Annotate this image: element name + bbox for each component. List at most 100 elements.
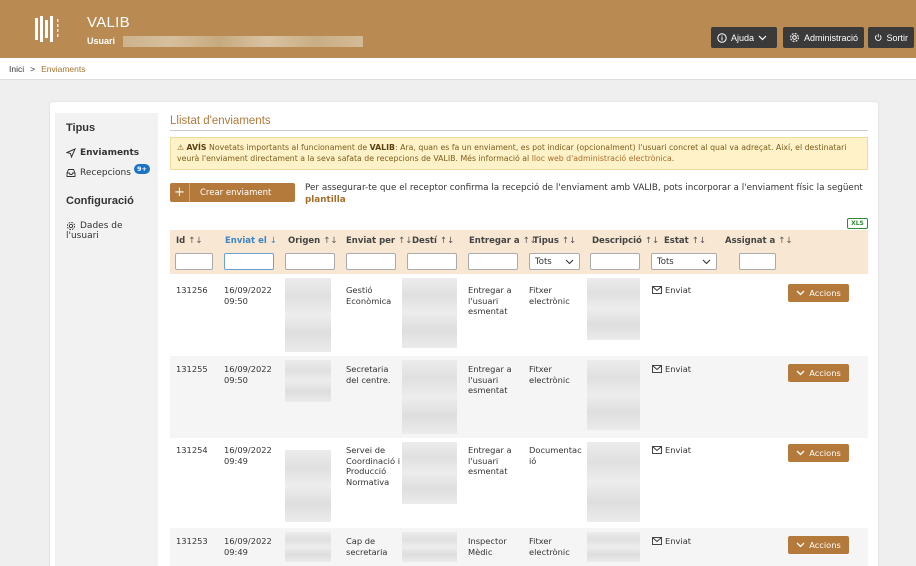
cell-id: 131256 <box>176 285 208 295</box>
column-header-estat[interactable]: Estat ↑↓ <box>664 236 706 246</box>
filter-enviat-per-input[interactable] <box>346 253 396 270</box>
accions-button[interactable]: Accions <box>788 444 849 462</box>
cell-desti-redacted <box>402 278 457 348</box>
cell-tipus: Fitxer electrònic <box>529 364 570 385</box>
create-enviament-button[interactable]: + Crear enviament <box>170 183 295 202</box>
cell-date: 16/09/2022 09:49 <box>224 445 272 466</box>
envelope-icon <box>652 537 662 546</box>
sidebar-item-dades-usuari[interactable]: Dades de l'usuari <box>66 221 123 241</box>
filter-assignat-a-input[interactable] <box>739 253 776 270</box>
sort-icon: ↑↓ <box>323 236 338 246</box>
column-header-tipus[interactable]: Tipus ↑↓ <box>533 236 576 246</box>
filter-tipus-value: Tots <box>535 256 552 267</box>
title-divider <box>170 130 868 131</box>
info-icon <box>717 32 727 43</box>
sort-icon: ↑↓ <box>561 236 577 246</box>
confirm-text: Per assegurar-te que el receptor confirm… <box>305 182 865 206</box>
table-row[interactable] <box>170 274 868 356</box>
sort-icon: ↑↓ <box>398 236 413 246</box>
breadcrumb-separator-icon: > <box>30 63 36 74</box>
confirm-text-body: Per assegurar-te que el receptor confirm… <box>305 183 863 193</box>
cell-id: 131253 <box>176 536 208 546</box>
filter-origen-input[interactable] <box>285 253 335 270</box>
column-header-descripcio[interactable]: Descripció ↑↓ <box>592 236 659 246</box>
notice-text-c: . <box>671 154 675 163</box>
xls-export-icon[interactable]: XLS <box>847 218 868 229</box>
cell-descripcio-redacted <box>587 278 640 340</box>
cell-enviat-per: Servei de Coordinació i Producció Normativa <box>346 445 401 487</box>
top-header: VALIB Usuari Ajuda Administració Sortir <box>0 0 916 58</box>
logout-button[interactable]: Sortir <box>868 27 914 48</box>
create-button-label: Crear enviament <box>200 187 272 198</box>
notice-link[interactable]: lloc web d'administració electrònica <box>532 154 672 163</box>
accions-button[interactable]: Accions <box>788 536 849 554</box>
cell-desti-redacted <box>402 532 457 562</box>
column-header-assignat-a[interactable]: Assignat a ↑↓ <box>725 236 792 246</box>
sort-desc-icon: ↓ <box>269 236 277 246</box>
filter-tipus-select[interactable]: Tots <box>529 253 580 270</box>
column-header-id[interactable]: Id ↑↓ <box>176 236 202 246</box>
cell-origen-redacted <box>285 360 331 402</box>
cell-entregar-a: Entregar a l'usuari esmentat <box>468 285 512 316</box>
app-name: VALIB <box>87 14 130 31</box>
sidebar-item-label: Enviaments <box>80 148 140 158</box>
sort-icon: ↑↓ <box>439 236 455 246</box>
breadcrumb-home[interactable]: Inici <box>9 64 24 74</box>
help-menu-button[interactable]: Ajuda <box>711 27 777 48</box>
column-header-entregar-a[interactable]: Entregar a ↑↓ <box>469 236 537 246</box>
cell-origen-redacted <box>285 278 331 352</box>
notice-text-a: Novetats importants al funcionament de <box>209 143 370 152</box>
plantilla-link[interactable]: plantilla <box>305 195 346 205</box>
gear-icon <box>790 33 799 42</box>
help-label: Ajuda <box>731 32 755 43</box>
filter-entregar-a-input[interactable] <box>468 253 518 270</box>
column-header-enviat-per[interactable]: Enviat per ↑↓ <box>346 236 412 246</box>
cell-date: 16/09/2022 09:49 <box>224 536 272 557</box>
cell-entregar-a: Entregar a l'usuari esmentat <box>468 445 512 476</box>
cell-entregar-a: Inspector Mèdic <box>468 536 507 557</box>
cell-date: 16/09/2022 09:50 <box>224 285 272 306</box>
recepcions-count-badge: 9+ <box>134 164 150 174</box>
breadcrumb-current[interactable]: Enviaments <box>41 64 85 74</box>
column-header-desti[interactable]: Destí ↑↓ <box>412 236 454 246</box>
cell-enviat-per: Gestió Econòmica <box>346 285 392 306</box>
cell-estat: Enviat <box>652 445 691 456</box>
table-row[interactable] <box>170 356 868 438</box>
filter-desti-input[interactable] <box>407 253 457 270</box>
send-icon <box>66 148 76 158</box>
filter-estat-select[interactable]: Tots <box>651 253 717 270</box>
table-row[interactable] <box>170 528 868 566</box>
govern-logo-icon[interactable] <box>35 16 65 42</box>
cell-desti-redacted <box>402 442 457 504</box>
inbox-icon <box>66 169 76 177</box>
filter-descripcio-input[interactable] <box>590 253 640 270</box>
sidebar-item-enviaments[interactable]: Enviaments <box>66 148 139 158</box>
sort-icon: ↑↓ <box>691 236 706 246</box>
cell-origen-redacted <box>285 532 331 562</box>
column-header-origen[interactable]: Origen ↑↓ <box>288 236 337 246</box>
cell-origen-redacted <box>285 450 331 522</box>
plus-icon: + <box>170 183 190 202</box>
cell-estat: Enviat <box>652 285 691 296</box>
filter-id-input[interactable] <box>175 253 213 270</box>
notice-banner: ⚠ AVÍS Novetats importants al funcioname… <box>170 137 868 170</box>
chevron-down-icon <box>758 35 767 40</box>
admin-label: Administració <box>803 32 858 43</box>
chevron-down-icon <box>796 450 805 456</box>
accions-button[interactable]: Accions <box>788 364 849 382</box>
sidebar-item-label: Dades de <box>80 221 123 231</box>
cell-id: 131255 <box>176 364 208 374</box>
user-info: Usuari <box>87 35 364 47</box>
cell-tipus: Fitxer electrònic <box>529 285 570 306</box>
notice-label: AVÍS <box>186 143 207 152</box>
user-label: Usuari <box>87 36 116 46</box>
filter-enviat-el-input[interactable] <box>224 253 274 270</box>
admin-button[interactable]: Administració <box>783 27 864 48</box>
accions-button[interactable]: Accions <box>788 284 849 302</box>
sidebar-item-recepcions[interactable]: Recepcions <box>66 168 131 178</box>
table-row[interactable] <box>170 438 868 528</box>
notice-brand: VALIB <box>369 143 395 152</box>
envelope-icon <box>652 286 662 295</box>
column-header-enviat-el[interactable]: Enviat el ↓ <box>225 236 277 246</box>
cell-id: 131254 <box>176 445 208 455</box>
